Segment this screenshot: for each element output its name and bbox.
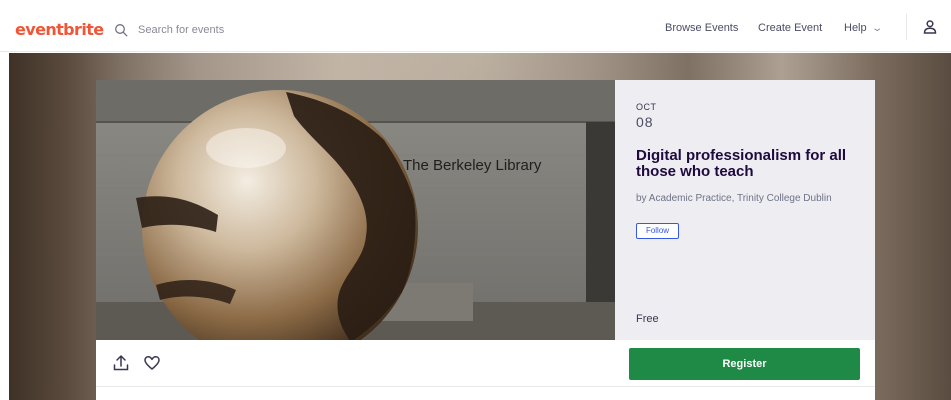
search-bar[interactable] xyxy=(114,18,434,42)
share-icon xyxy=(113,355,129,371)
event-price: Free xyxy=(636,313,659,325)
library-sign: The Berkeley Library xyxy=(403,157,542,174)
user-icon xyxy=(923,20,937,34)
event-image: The Berkeley Library xyxy=(96,80,615,340)
top-navigation-bar: eventbrite Browse Events Create Event He… xyxy=(0,0,951,52)
search-input[interactable] xyxy=(138,24,418,36)
chevron-down-icon: ⌄ xyxy=(870,23,883,34)
event-organizer[interactable]: by Academic Practice, Trinity College Du… xyxy=(636,192,861,205)
share-button[interactable] xyxy=(112,354,130,372)
eventbrite-logo[interactable]: eventbrite xyxy=(15,20,104,39)
help-label: Help xyxy=(844,22,867,34)
event-day: 08 xyxy=(636,114,654,130)
sculpture-photo: The Berkeley Library xyxy=(96,80,615,340)
help-menu[interactable]: Help ⌄ xyxy=(844,22,883,34)
event-month: OCT xyxy=(636,102,657,112)
browse-events-link[interactable]: Browse Events xyxy=(665,22,738,34)
search-icon xyxy=(115,24,128,37)
account-menu[interactable] xyxy=(906,14,951,40)
register-button[interactable]: Register xyxy=(629,348,860,380)
heart-icon xyxy=(144,356,160,370)
like-button[interactable] xyxy=(143,354,161,372)
event-title: Digital professionalism for all those wh… xyxy=(636,147,847,180)
create-event-link[interactable]: Create Event xyxy=(758,22,822,34)
follow-button[interactable]: Follow xyxy=(636,223,679,239)
event-info-panel: OCT 08 Digital professionalism for all t… xyxy=(615,80,875,340)
event-action-bar: Register xyxy=(96,340,875,387)
